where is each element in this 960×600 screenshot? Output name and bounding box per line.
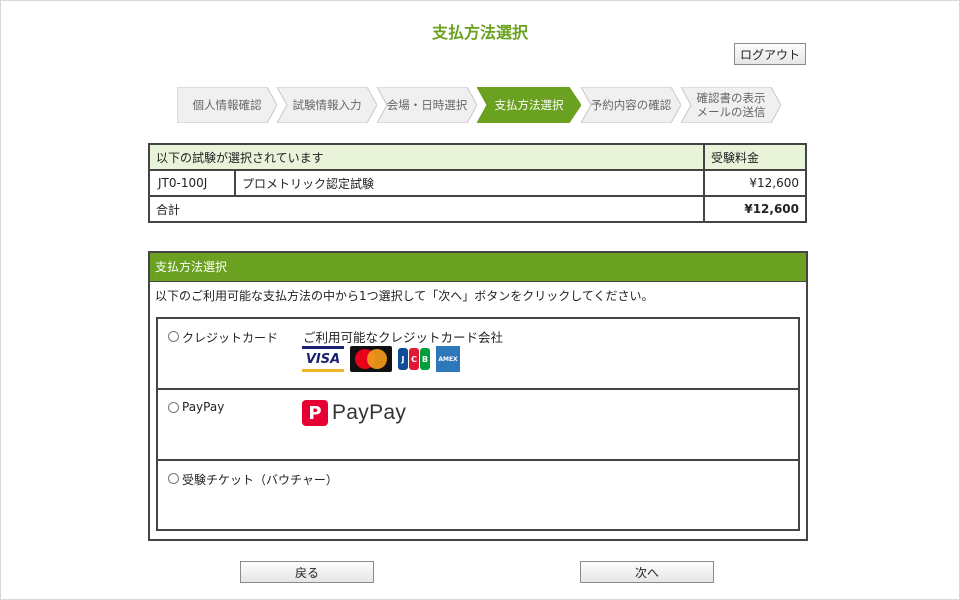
exam-header-cell: 以下の試験が選択されています xyxy=(148,143,705,171)
step-label: 支払方法選択 xyxy=(494,98,564,112)
card-brand-logos: VISA JCB AMEX xyxy=(302,346,460,372)
voucher-radio[interactable] xyxy=(168,473,179,484)
payment-section-header: 支払方法選択 xyxy=(150,253,806,282)
step-confirmation-email: 確認書の表示 メールの送信 xyxy=(681,87,781,123)
paypay-radio[interactable] xyxy=(168,402,179,413)
paypay-logo: P PayPay xyxy=(302,400,406,426)
exam-price-cell: ¥12,600 xyxy=(703,169,807,197)
page-title: 支払方法選択 xyxy=(431,23,528,42)
exam-code-cell: JT0-100J xyxy=(148,169,236,197)
step-confirm: 予約内容の確認 xyxy=(581,87,681,123)
card-brands-title: ご利用可能なクレジットカード会社 xyxy=(303,330,504,345)
fee-header-cell: 受験料金 xyxy=(703,143,807,171)
step-label-line2: メールの送信 xyxy=(696,105,766,119)
step-label: 確認書の表示 メールの送信 xyxy=(697,91,766,119)
step-personal-info: 個人情報確認 xyxy=(177,87,277,123)
payment-options: クレジットカード ご利用可能なクレジットカード会社 VISA JCB AMEX … xyxy=(156,317,800,531)
step-payment-method: 支払方法選択 xyxy=(477,87,581,123)
next-button[interactable]: 次へ xyxy=(580,561,714,583)
paypay-label[interactable]: PayPay xyxy=(182,400,224,414)
payment-option-voucher[interactable]: 受験チケット（バウチャー） xyxy=(158,461,798,532)
step-label: 会場・日時選択 xyxy=(386,98,468,112)
credit-card-radio[interactable] xyxy=(168,331,179,342)
progress-steps: 個人情報確認 試験情報入力 会場・日時選択 支払方法選択 予約内容の確認 確認書… xyxy=(177,87,787,123)
payment-option-paypay[interactable]: PayPay P PayPay xyxy=(158,390,798,461)
payment-option-credit-card[interactable]: クレジットカード ご利用可能なクレジットカード会社 VISA JCB AMEX xyxy=(158,319,798,390)
table-header-row: 以下の試験が選択されています 受験料金 xyxy=(148,143,807,171)
step-label: 試験情報入力 xyxy=(292,98,362,112)
logout-button[interactable]: ログアウト xyxy=(734,43,806,65)
payment-method-section: 支払方法選択 以下のご利用可能な支払方法の中から1つ選択して「次へ」ボタンをクリ… xyxy=(148,251,808,541)
amex-logo: AMEX xyxy=(436,346,460,372)
step-label: 予約内容の確認 xyxy=(590,98,672,112)
step-exam-info: 試験情報入力 xyxy=(277,87,377,123)
paypay-logo-text: PayPay xyxy=(332,401,407,424)
exam-name-cell: プロメトリック認定試験 xyxy=(234,169,705,197)
total-price-cell: ¥12,600 xyxy=(703,195,807,223)
total-label-cell: 合計 xyxy=(148,195,705,223)
back-button[interactable]: 戻る xyxy=(240,561,374,583)
step-label-line1: 確認書の表示 xyxy=(696,91,766,105)
voucher-label[interactable]: 受験チケット（バウチャー） xyxy=(182,471,338,488)
step-label: 個人情報確認 xyxy=(192,98,262,112)
payment-instruction: 以下のご利用可能な支払方法の中から1つ選択して「次へ」ボタンをクリックしてくださ… xyxy=(155,289,654,303)
selected-exam-table: 以下の試験が選択されています 受験料金 JT0-100J プロメトリック認定試験… xyxy=(148,143,807,223)
credit-card-label[interactable]: クレジットカード xyxy=(182,329,278,346)
paypay-icon: P xyxy=(302,400,328,426)
table-row: JT0-100J プロメトリック認定試験 ¥12,600 xyxy=(148,169,807,197)
total-row: 合計 ¥12,600 xyxy=(148,195,807,223)
mastercard-logo xyxy=(350,346,392,372)
jcb-logo: JCB xyxy=(398,346,430,372)
step-venue-datetime: 会場・日時選択 xyxy=(377,87,477,123)
visa-logo: VISA xyxy=(302,346,344,372)
